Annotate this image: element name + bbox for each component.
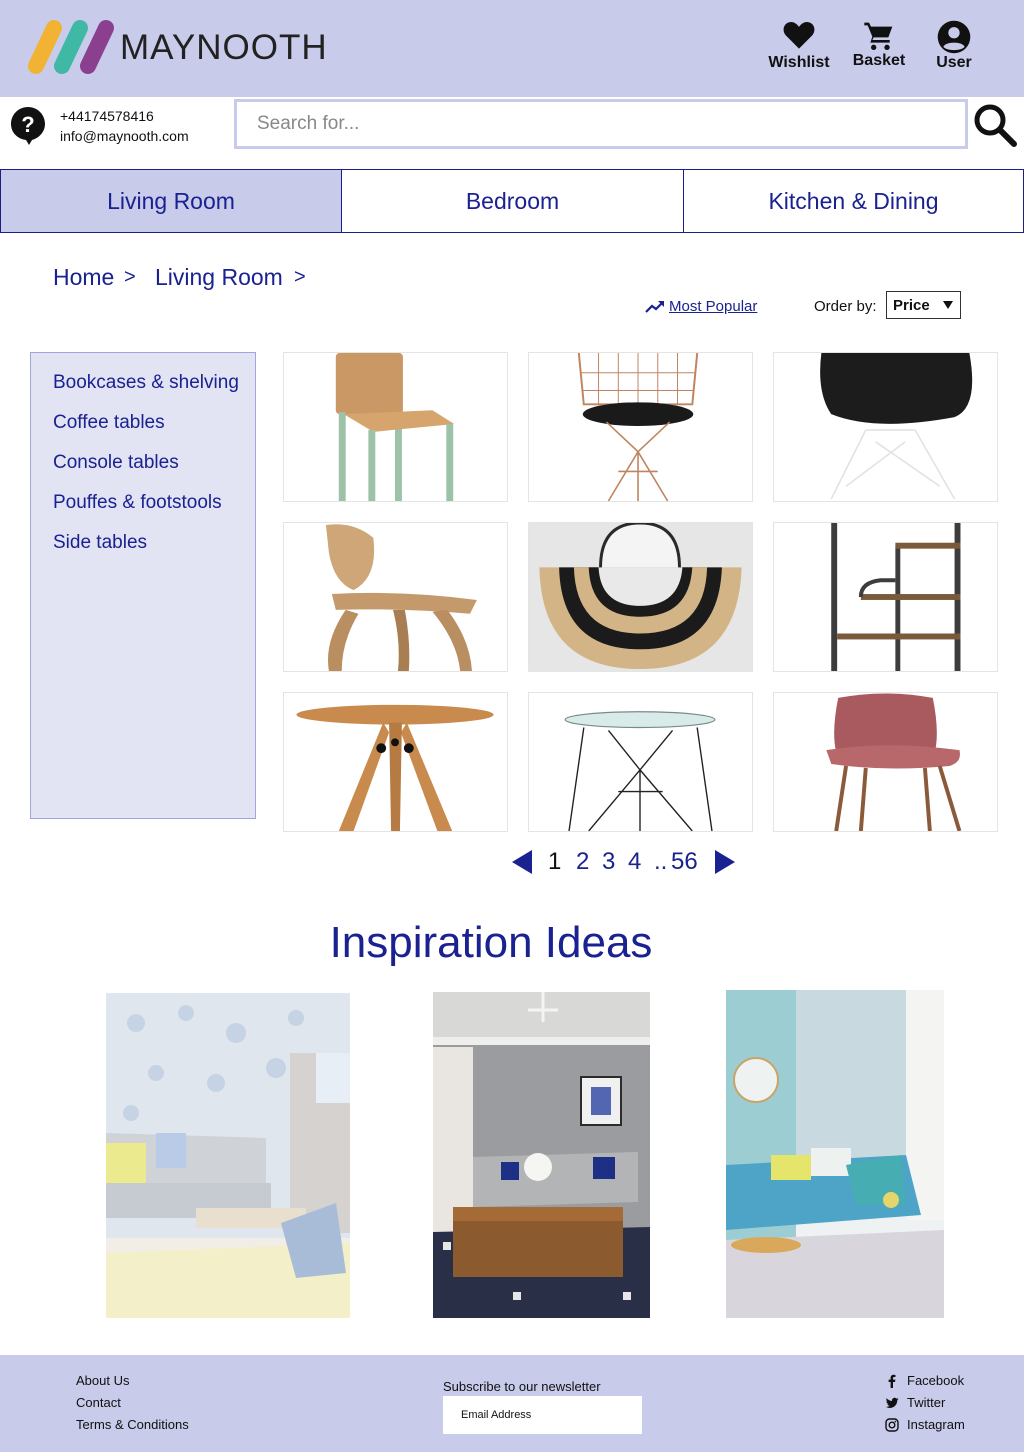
order-by-select[interactable]: Price xyxy=(886,291,961,319)
brand-name[interactable]: MAYNOOTH xyxy=(120,28,328,68)
copper-wire-chair-icon xyxy=(577,353,699,501)
wishlist-button[interactable]: Wishlist xyxy=(764,20,834,72)
fringe-mirror-icon xyxy=(529,523,752,671)
order-by-value: Price xyxy=(893,296,930,314)
basket-button[interactable]: Basket xyxy=(844,20,914,70)
page-ellipsis: .. xyxy=(654,848,668,875)
category-side-tables[interactable]: Side tables xyxy=(53,532,147,554)
contact-phone[interactable]: +44174578416 xyxy=(60,108,154,124)
newsletter-email-input[interactable] xyxy=(443,1396,642,1434)
help-icon[interactable]: ? xyxy=(10,106,46,146)
footer-about-us-link[interactable]: About Us xyxy=(76,1373,129,1388)
instagram-icon xyxy=(885,1417,899,1432)
category-bookcases-shelving[interactable]: Bookcases & shelving xyxy=(53,372,239,394)
contact-email[interactable]: info@maynooth.com xyxy=(60,128,189,144)
living-room-photo-icon xyxy=(106,993,350,1318)
living-room-photo-icon xyxy=(726,990,944,1318)
instagram-label: Instagram xyxy=(907,1417,965,1432)
breadcrumb-living-room[interactable]: Living Room xyxy=(155,264,283,291)
basket-label: Basket xyxy=(852,52,906,69)
page-2[interactable]: 2 xyxy=(576,848,589,876)
footer-contact-link[interactable]: Contact xyxy=(76,1395,121,1410)
product-card[interactable] xyxy=(773,522,998,672)
most-popular-link[interactable]: Most Popular xyxy=(645,298,757,315)
living-room-photo-icon xyxy=(433,992,650,1318)
tab-bedroom[interactable]: Bedroom xyxy=(341,169,684,233)
trending-up-icon xyxy=(645,300,664,313)
black-shell-chair-icon xyxy=(820,353,973,500)
site-header: MAYNOOTH Wishlist Basket User xyxy=(0,0,1024,97)
page-3[interactable]: 3 xyxy=(602,848,615,876)
previous-page-arrow-icon[interactable] xyxy=(512,850,532,874)
page-last[interactable]: 56 xyxy=(671,848,698,876)
glass-wire-table-icon xyxy=(564,711,716,831)
bent-plywood-chair-icon xyxy=(325,524,477,671)
tab-living-room[interactable]: Living Room xyxy=(0,169,342,233)
brand-logo[interactable] xyxy=(26,18,116,76)
product-card[interactable] xyxy=(283,692,508,832)
facebook-label: Facebook xyxy=(907,1373,965,1388)
search-icon[interactable] xyxy=(972,102,1018,148)
inspiration-image[interactable] xyxy=(726,990,944,1318)
svg-text:?: ? xyxy=(21,112,34,137)
product-card[interactable] xyxy=(283,352,508,502)
next-page-arrow-icon[interactable] xyxy=(715,850,735,874)
breadcrumb-home[interactable]: Home xyxy=(53,264,114,291)
footer-terms-link[interactable]: Terms & Conditions xyxy=(76,1417,189,1432)
chevron-down-icon xyxy=(943,301,953,309)
wishlist-label: Wishlist xyxy=(768,54,830,71)
pink-velvet-chair-icon xyxy=(826,693,962,831)
facebook-link[interactable]: Facebook xyxy=(885,1373,964,1388)
shopping-cart-icon xyxy=(864,22,893,50)
twitter-label: Twitter xyxy=(907,1395,946,1410)
newsletter-label: Subscribe to our newsletter xyxy=(443,1379,601,1394)
category-coffee-tables[interactable]: Coffee tables xyxy=(53,412,165,434)
product-card[interactable] xyxy=(773,692,998,832)
heart-icon xyxy=(783,22,815,49)
category-pouffes-footstools[interactable]: Pouffes & footstools xyxy=(53,492,222,514)
round-wood-table-icon xyxy=(296,704,494,831)
search-input[interactable] xyxy=(234,99,968,149)
page-4[interactable]: 4 xyxy=(628,848,641,876)
page-1[interactable]: 1 xyxy=(548,848,561,876)
twitter-link[interactable]: Twitter xyxy=(885,1395,945,1410)
user-label: User xyxy=(936,54,972,71)
user-account-icon xyxy=(937,20,971,54)
tab-kitchen-dining[interactable]: Kitchen & Dining xyxy=(683,169,1024,233)
product-card[interactable] xyxy=(283,522,508,672)
product-card[interactable] xyxy=(773,352,998,502)
product-card[interactable] xyxy=(528,692,753,832)
category-sidebar: Bookcases & shelving Coffee tables Conso… xyxy=(30,352,256,819)
product-card[interactable] xyxy=(528,352,753,502)
instagram-link[interactable]: Instagram xyxy=(885,1417,965,1432)
order-by-label: Order by: xyxy=(814,298,877,315)
wooden-chair-green-legs-icon xyxy=(335,353,455,501)
user-button[interactable]: User xyxy=(919,20,989,72)
metal-wood-shelving-icon xyxy=(831,523,961,671)
most-popular-label: Most Popular xyxy=(669,298,758,315)
product-card[interactable] xyxy=(528,522,753,672)
breadcrumb-separator: > xyxy=(124,266,136,288)
inspiration-image[interactable] xyxy=(433,992,650,1318)
breadcrumb-separator: > xyxy=(294,266,306,288)
category-console-tables[interactable]: Console tables xyxy=(53,452,179,474)
inspiration-title: Inspiration Ideas xyxy=(329,918,653,967)
facebook-icon xyxy=(888,1374,896,1388)
inspiration-image[interactable] xyxy=(106,993,350,1318)
twitter-icon xyxy=(885,1397,899,1408)
